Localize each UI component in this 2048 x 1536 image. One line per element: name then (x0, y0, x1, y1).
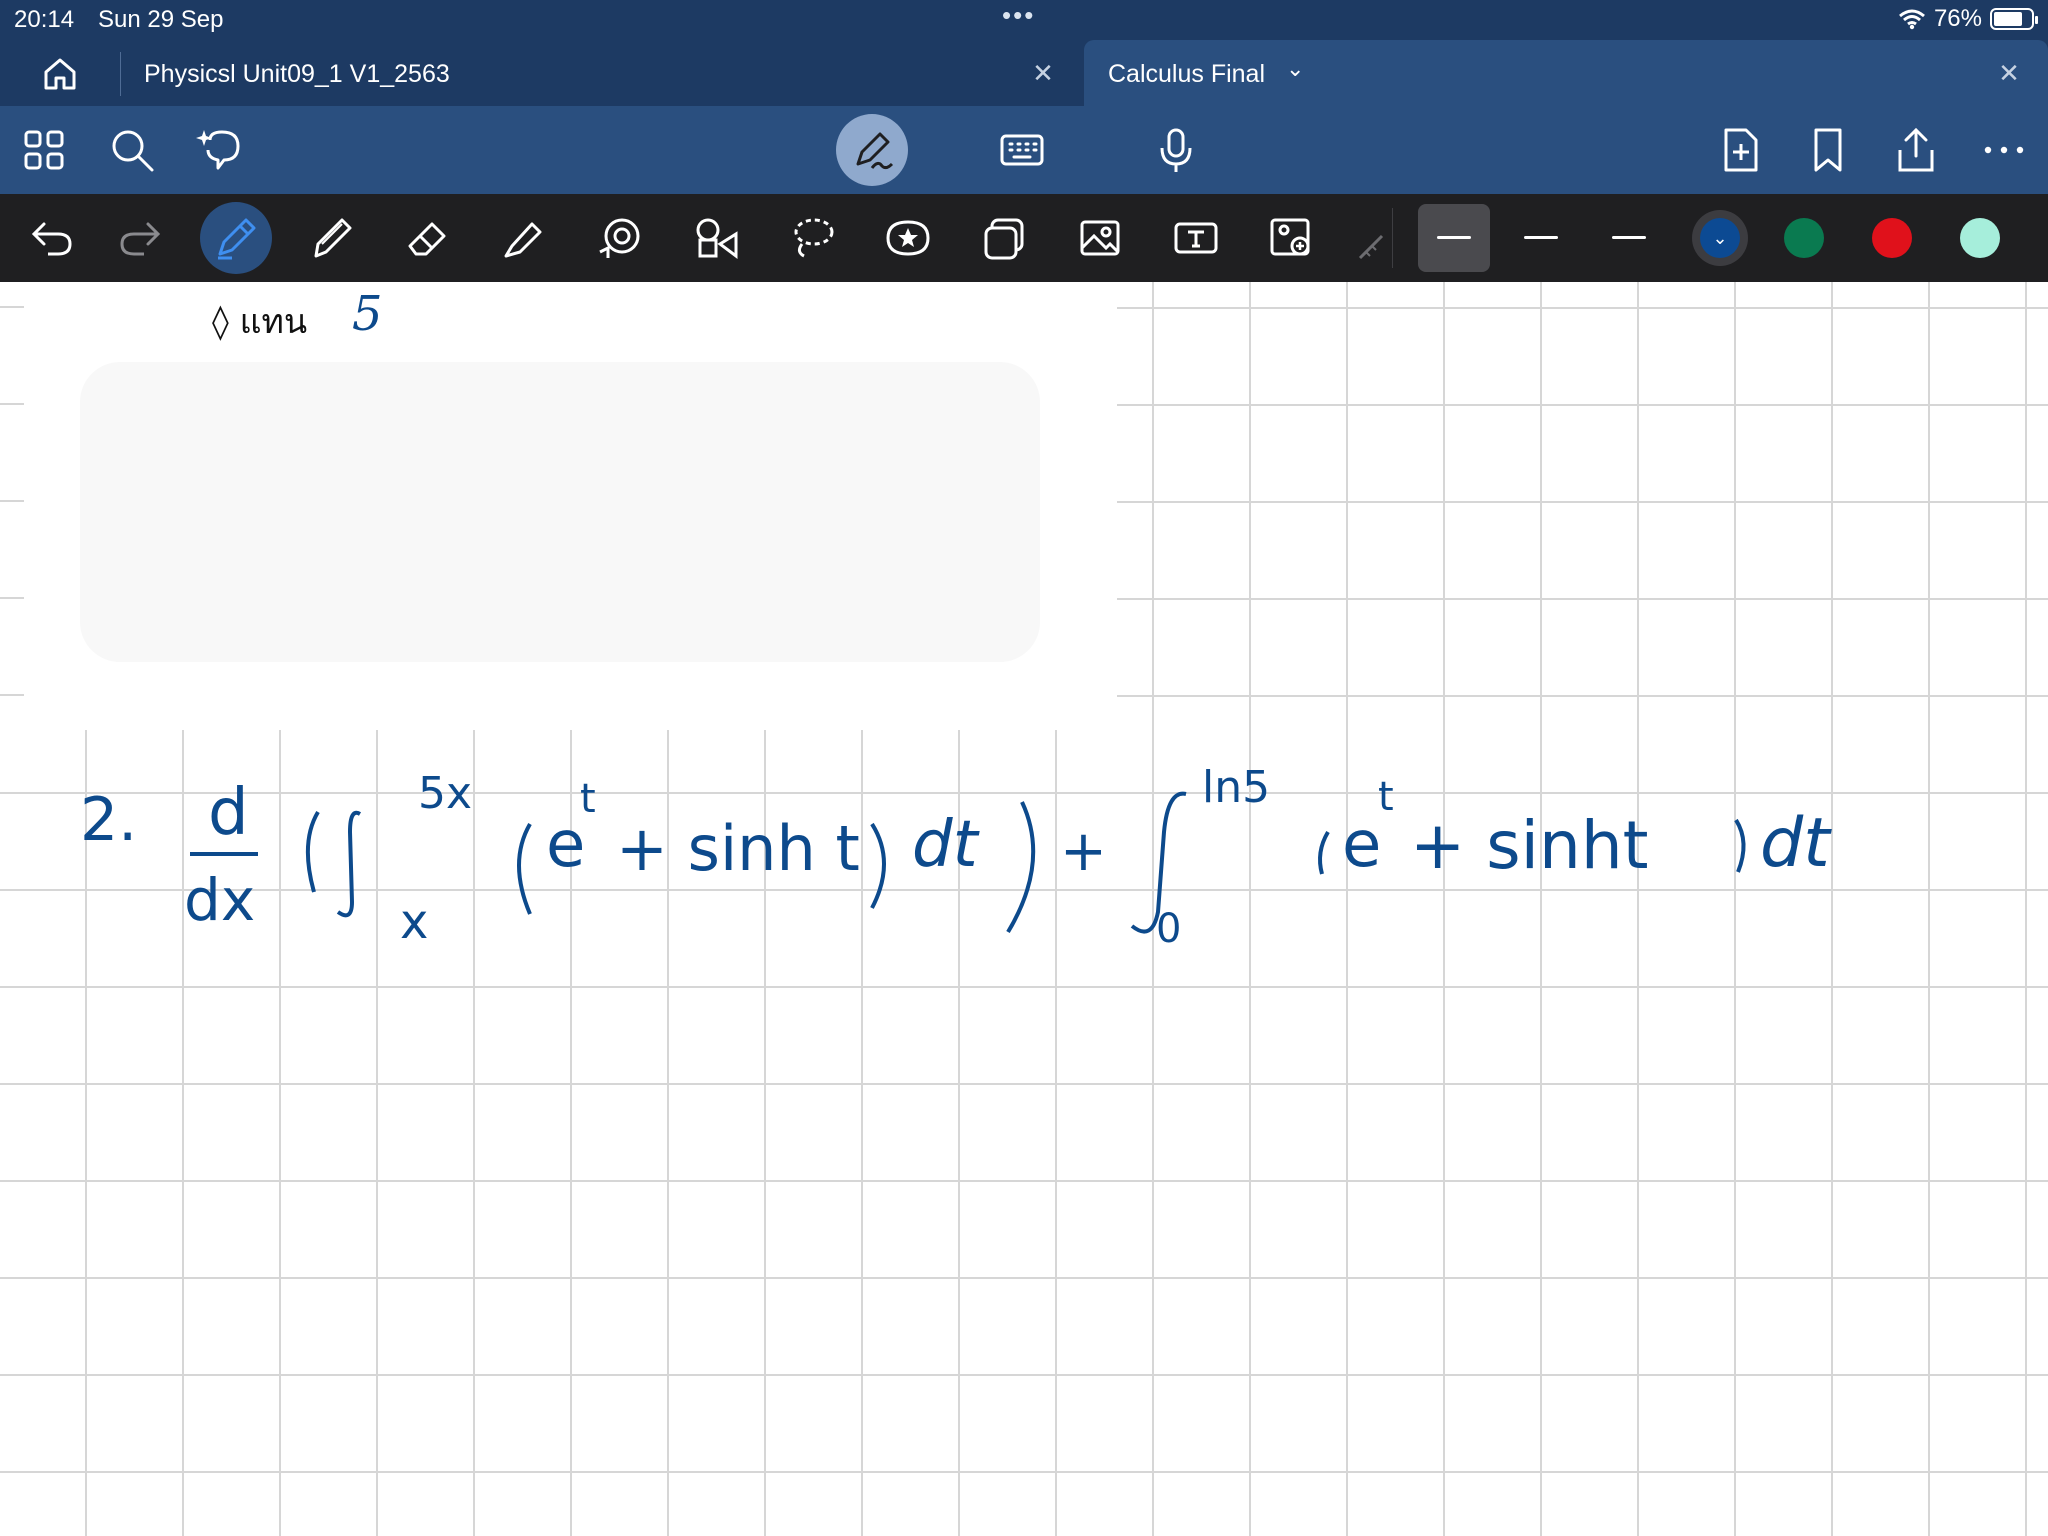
more-options-icon[interactable] (1980, 126, 2028, 174)
image-search-icon[interactable] (1268, 214, 1316, 262)
close-tab-icon[interactable]: ✕ (1028, 58, 1058, 88)
battery-percent: 76% (1933, 5, 1982, 32)
drawing-toolbar: ⌄ (0, 194, 2048, 282)
redo-icon[interactable] (116, 214, 164, 262)
grid-view-icon[interactable] (20, 126, 68, 174)
note-canvas[interactable]: ◊ แทน 5 2. d dx 5x x e t + sinh t dt + l… (0, 282, 2048, 1536)
page-line (0, 403, 24, 405)
sinh-term-2: + sinht (1410, 807, 1649, 884)
share-icon[interactable] (1892, 126, 1940, 174)
stroke-thin-selected[interactable] (1418, 204, 1490, 272)
exp-power-2: t (1378, 774, 1394, 820)
derivative-denominator: dx (184, 866, 255, 934)
eraser-icon[interactable] (404, 214, 452, 262)
differential-1: dt (912, 808, 981, 882)
pen-tool-button[interactable] (200, 202, 272, 274)
main-toolbar (0, 106, 2048, 194)
shape-tool-icon[interactable] (596, 214, 644, 262)
problem-number: 2. (80, 785, 137, 855)
ruler-icon[interactable] (1356, 214, 1386, 262)
stroke-thick[interactable] (1612, 236, 1646, 239)
undo-icon[interactable] (28, 214, 76, 262)
wifi-icon (1898, 9, 1925, 30)
search-icon[interactable] (108, 126, 156, 174)
status-time: 20:14 (14, 6, 75, 33)
sinh-term-1: + sinh t (616, 812, 860, 885)
pen-tool-icon (218, 218, 256, 260)
lasso-icon[interactable] (788, 214, 836, 262)
home-icon[interactable] (40, 54, 80, 94)
paren-left-2 (1318, 830, 1330, 875)
differential-2: dt (1760, 804, 1832, 883)
imported-document-area: ◊ แทน 5 (0, 282, 1117, 730)
status-indicators: 76% (1898, 5, 2038, 33)
exp-base-2: e (1342, 808, 1381, 882)
pen-icon (856, 132, 894, 170)
elements-icon[interactable] (980, 214, 1028, 262)
upper-limit-1: 5x (418, 768, 472, 819)
tab-physics-unit09[interactable]: Physicsl Unit09_1 V1_2563 ✕ (122, 40, 1082, 106)
chevron-down-icon[interactable]: ⌄ (1286, 56, 1304, 82)
stroke-medium[interactable] (1524, 236, 1558, 239)
tab-label: Calculus Final (1108, 60, 1266, 88)
lower-limit-2: 0 (1156, 906, 1181, 952)
page-line (0, 694, 24, 696)
ai-lasso-icon[interactable] (196, 126, 244, 174)
page-line (0, 597, 24, 599)
color-swatch-mint[interactable] (1960, 218, 2000, 258)
text-box-icon[interactable] (1172, 214, 1220, 262)
page-line (0, 306, 24, 308)
toolbar-separator (1392, 208, 1393, 268)
derivative-numerator: d (208, 776, 249, 850)
sticker-icon[interactable] (884, 214, 932, 262)
battery-icon (1990, 8, 2038, 30)
color-swatch-red[interactable] (1872, 218, 1912, 258)
status-date: Sun 29 Sep (98, 6, 224, 33)
highlighter-icon[interactable] (500, 214, 548, 262)
plus-sign: + (1060, 819, 1107, 884)
pen-mode-button[interactable] (836, 114, 908, 186)
paren-right (1006, 801, 1036, 934)
tab-label: Physicsl Unit09_1 V1_2563 (144, 60, 450, 88)
integral-sign (336, 810, 362, 918)
document-bullet-text: ◊ แทน (212, 302, 308, 342)
multitasking-dots-icon[interactable]: ••• (1002, 0, 1035, 31)
document-tab-bar: Physicsl Unit09_1 V1_2563 ✕ Calculus Fin… (0, 40, 2048, 106)
upper-limit-2: ln5 (1202, 762, 1270, 813)
keyboard-icon[interactable] (998, 126, 1046, 174)
add-page-icon[interactable] (1716, 126, 1764, 174)
lower-limit-1: x (400, 894, 428, 950)
microphone-icon[interactable] (1152, 126, 1200, 174)
status-bar: 20:14 Sun 29 Sep ••• 76% (0, 0, 2048, 40)
exp-power-1: t (580, 776, 596, 822)
shapes-icon[interactable] (692, 214, 740, 262)
close-tab-icon[interactable]: ✕ (1994, 58, 2024, 88)
image-icon[interactable] (1076, 214, 1124, 262)
pencil-icon[interactable] (308, 214, 356, 262)
paren-right-2 (1734, 818, 1746, 873)
paren-left (305, 810, 320, 893)
paren-right-inner (870, 822, 886, 909)
tab-calculus-final[interactable]: Calculus Final ⌄ ✕ (1084, 40, 2048, 106)
handwritten-value: 5 (352, 286, 383, 342)
paren-left-inner (517, 822, 532, 915)
chevron-down-icon: ⌄ (1700, 218, 1740, 258)
color-swatch-selected[interactable]: ⌄ (1692, 210, 1748, 266)
color-swatch-green[interactable] (1784, 218, 1824, 258)
erased-region (80, 362, 1040, 662)
page-line (0, 500, 24, 502)
handwritten-equation: 2. d dx 5x x e t + sinh t dt + ln5 0 e t… (80, 762, 1832, 952)
bookmark-icon[interactable] (1804, 126, 1852, 174)
tab-divider (120, 52, 121, 96)
